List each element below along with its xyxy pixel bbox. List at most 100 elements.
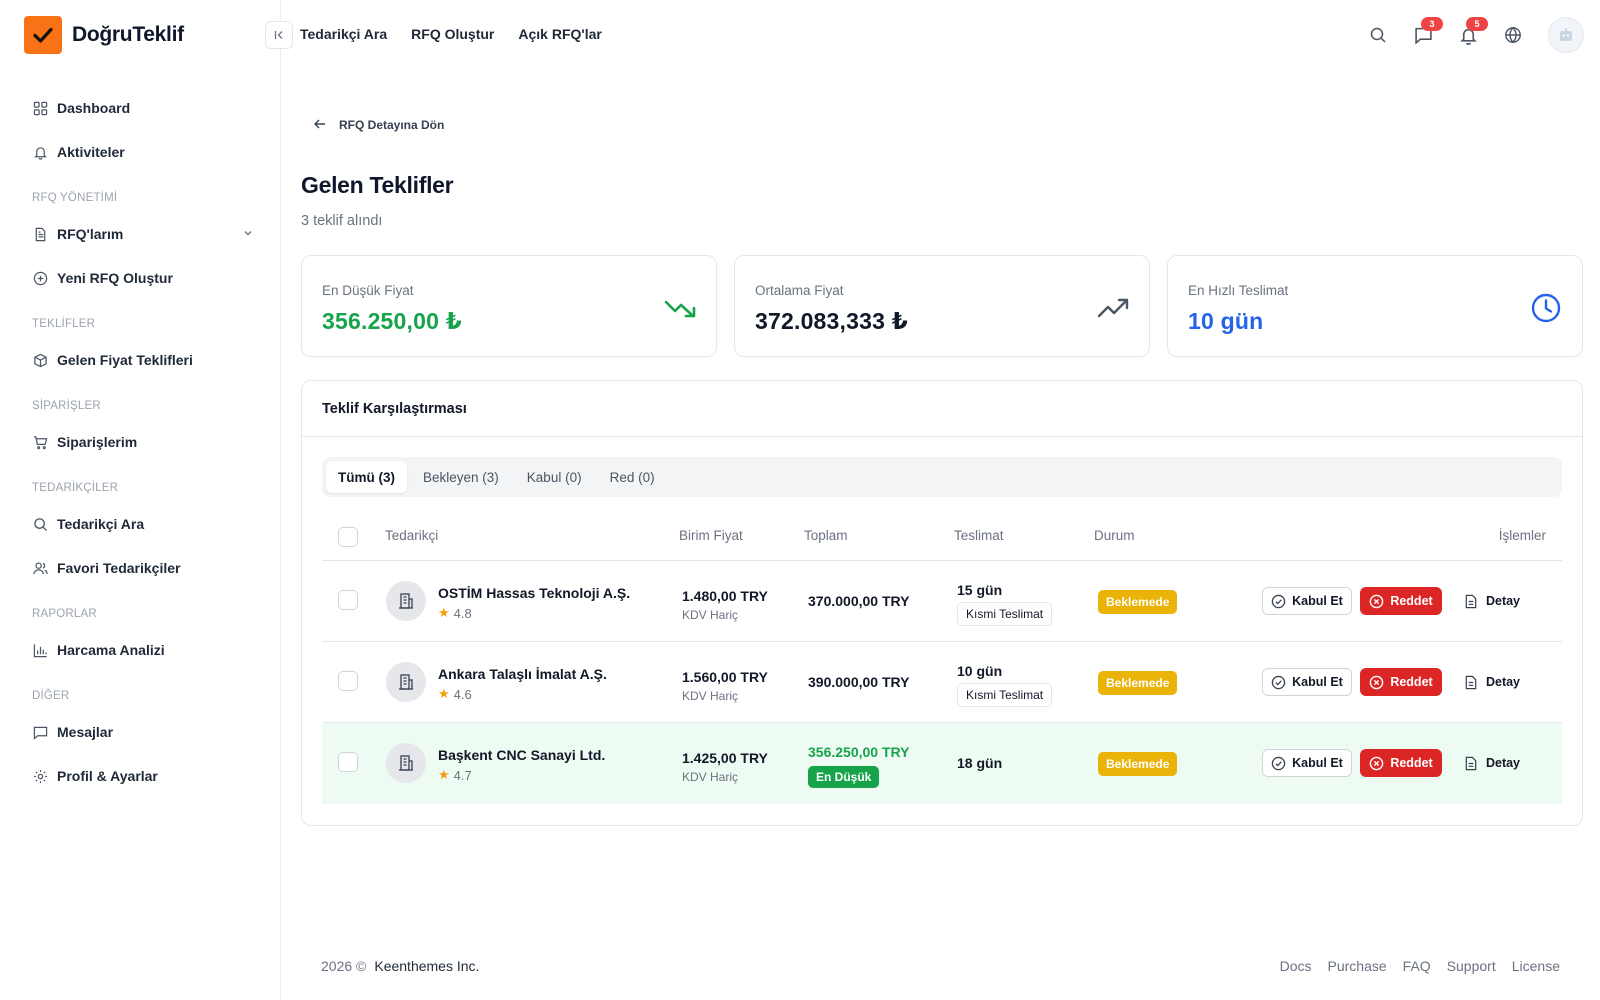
x-circle-icon [1370,756,1384,770]
cube-icon [32,352,48,368]
chevron-down-icon[interactable] [242,226,254,242]
stat-card-lowest-price: En Düşük Fiyat 356.250,00 ₺ [301,255,717,357]
footer-link-license[interactable]: License [1512,958,1560,974]
accept-button[interactable]: Kabul Et [1262,587,1352,615]
detail-button[interactable]: Detay [1456,587,1528,615]
footer-link-docs[interactable]: Docs [1280,958,1312,974]
sidebar-item-gelen-fiyat-teklifleri[interactable]: Gelen Fiyat Teklifleri [24,338,260,382]
topnav-acik-rfqlar[interactable]: Açık RFQ'lar [518,26,601,42]
footer-link-support[interactable]: Support [1447,958,1496,974]
reject-button[interactable]: Reddet [1360,749,1442,777]
bell-icon [32,144,48,160]
comparison-card: Teklif Karşılaştırması Tümü (3) Bekleyen… [301,380,1583,826]
sidebar-item-label: Dashboard [57,100,131,116]
building-icon [386,743,426,783]
reject-label: Reddet [1390,594,1433,608]
sidebar-item-label: Aktiviteler [57,144,125,160]
building-icon [386,581,426,621]
check-circle-icon [1271,675,1286,689]
plus-circle-icon [32,270,48,286]
globe-icon[interactable] [1503,25,1523,45]
footer-link-faq[interactable]: FAQ [1403,958,1431,974]
sidebar-item-rfqlarim[interactable]: RFQ'larım [24,212,260,256]
accept-button[interactable]: Kabul Et [1262,668,1352,696]
total-price: 356.250,00 TRY [808,744,910,760]
stat-value: 356.250,00 ₺ [322,308,462,334]
row-checkbox[interactable] [338,671,358,691]
collapse-sidebar-button[interactable] [265,21,293,49]
x-circle-icon [1370,594,1384,608]
arrow-left-icon [313,117,327,134]
footer-link-purchase[interactable]: Purchase [1328,958,1387,974]
reject-label: Reddet [1390,675,1433,689]
accept-button[interactable]: Kabul Et [1262,749,1352,777]
avatar[interactable] [1548,17,1584,53]
col-birim-fiyat: Birim Fiyat [679,528,743,543]
sidebar-item-harcama-analizi[interactable]: Harcama Analizi [24,628,260,672]
sidebar-item-label: Gelen Fiyat Teklifleri [57,352,193,368]
status-badge: Beklemede [1098,671,1178,695]
topnav-tedarikci-ara[interactable]: Tedarikçi Ara [300,26,387,42]
notifications-button[interactable]: 5 [1458,17,1488,45]
tab-red[interactable]: Red (0) [598,461,667,493]
col-islemler: İşlemler [1498,528,1546,543]
sidebar-item-aktiviteler[interactable]: Aktiviteler [24,130,260,174]
back-link[interactable]: RFQ Detayına Dön [313,110,1583,140]
sidebar-item-label: Tedarikçi Ara [57,516,145,532]
tab-bekleyen[interactable]: Bekleyen (3) [411,461,511,493]
table-row: OSTİM Hassas Teknoloji A.Ş. ★ 4.8 1.480,0… [322,561,1562,642]
sidebar-item-mesajlar[interactable]: Mesajlar [24,710,260,754]
unit-price: 1.560,00 TRY [682,669,768,685]
stat-label: En Düşük Fiyat [322,283,414,298]
section-rfq-yonetimi: RFQ YÖNETİMİ [32,192,118,204]
sidebar-item-profil-ayarlar[interactable]: Profil & Ayarlar [24,754,260,798]
reject-button[interactable]: Reddet [1360,587,1442,615]
reject-label: Reddet [1390,756,1433,770]
messages-button[interactable]: 3 [1413,17,1443,45]
sidebar: DoğruTeklif Dashboard Aktiviteler RFQ YÖ… [0,0,281,1000]
search-icon[interactable] [1368,25,1388,45]
cart-icon [32,434,48,450]
stat-value: 372.083,333 ₺ [755,308,908,334]
unit-price-note: KDV Hariç [682,770,739,784]
supplier-name[interactable]: Ankara Talaşlı İmalat A.Ş. [438,666,607,682]
supplier-name[interactable]: Başkent CNC Sanayi Ltd. [438,747,605,763]
supplier-rating: ★ 4.7 [438,767,472,783]
supplier-name[interactable]: OSTİM Hassas Teknoloji A.Ş. [438,585,630,601]
row-checkbox[interactable] [338,590,358,610]
total-price: 390.000,00 TRY [808,674,910,690]
reject-button[interactable]: Reddet [1360,668,1442,696]
brand[interactable]: DoğruTeklif [24,16,184,54]
rating-value: 4.6 [453,686,472,702]
sidebar-item-tedarikci-ara[interactable]: Tedarikçi Ara [24,502,260,546]
sidebar-item-yeni-rfq[interactable]: Yeni RFQ Oluştur [24,256,260,300]
sidebar-item-siparislerim[interactable]: Siparişlerim [24,420,260,464]
select-all-checkbox[interactable] [338,527,358,547]
footer-company-link[interactable]: Keenthemes Inc. [374,958,479,974]
search-icon [32,516,48,532]
star-icon: ★ [438,767,450,782]
stat-label: Ortalama Fiyat [755,283,844,298]
building-icon [386,662,426,702]
tab-tumu[interactable]: Tümü (3) [326,461,407,493]
collapse-icon [274,31,283,39]
tab-kabul[interactable]: Kabul (0) [515,461,594,493]
footer-copyright: 2026 © [321,958,367,974]
detail-button[interactable]: Detay [1456,668,1528,696]
brand-name: DoğruTeklif [72,23,184,46]
sidebar-item-label: Favori Tedarikçiler [57,560,181,576]
partial-delivery-tag: Kısmi Teslimat [957,683,1053,707]
table-row: Ankara Talaşlı İmalat A.Ş. ★ 4.6 1.560,00… [322,642,1562,723]
star-icon: ★ [438,686,450,701]
detail-button[interactable]: Detay [1456,749,1528,777]
sidebar-item-dashboard[interactable]: Dashboard [24,86,260,130]
topnav-rfq-olustur[interactable]: RFQ Oluştur [411,26,494,42]
detail-label: Detay [1485,756,1521,770]
row-checkbox[interactable] [338,752,358,772]
check-circle-icon [1271,594,1286,608]
sidebar-item-favori-tedarikciler[interactable]: Favori Tedarikçiler [24,546,260,590]
trending-up-icon [1097,292,1129,324]
accept-label: Kabul Et [1292,756,1343,770]
grid-icon [32,100,48,116]
section-raporlar: RAPORLAR [32,608,97,620]
